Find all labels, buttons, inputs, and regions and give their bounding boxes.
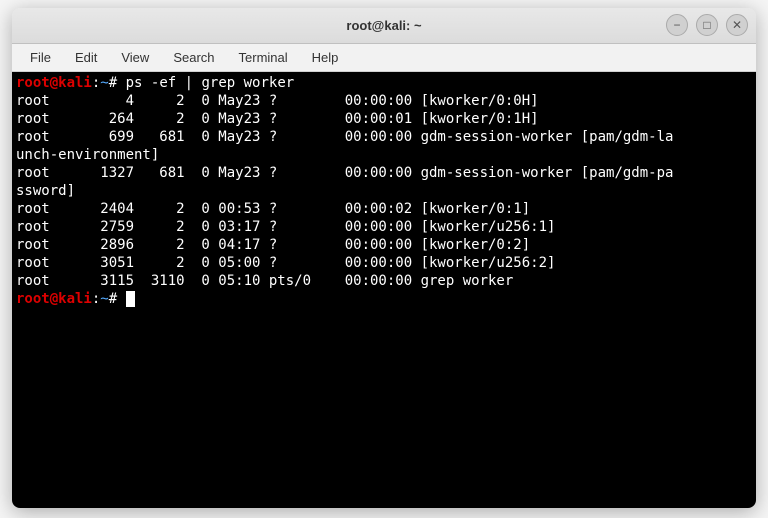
menu-view[interactable]: View [111,47,159,68]
prompt-path-2: ~ [100,291,108,307]
output-line: root 2759 2 0 03:17 ? 00:00:00 [kworker/… [16,219,555,235]
minimize-button[interactable]: − [666,14,688,36]
command-text: ps -ef | grep worker [126,75,295,91]
output-line: root 1327 681 0 May23 ? 00:00:00 gdm-ses… [16,165,673,181]
maximize-button[interactable]: □ [696,14,718,36]
menu-terminal[interactable]: Terminal [229,47,298,68]
menubar: File Edit View Search Terminal Help [12,44,756,72]
output-line: root 264 2 0 May23 ? 00:00:01 [kworker/0… [16,111,539,127]
terminal-window: root@kali: ~ − □ ✕ File Edit View Search… [12,8,756,508]
prompt-user-host-2: root@kali [16,291,92,307]
menu-file[interactable]: File [20,47,61,68]
menu-help[interactable]: Help [302,47,349,68]
output-line: root 699 681 0 May23 ? 00:00:00 gdm-sess… [16,129,673,145]
menu-search[interactable]: Search [163,47,224,68]
cursor [126,291,135,307]
close-icon: ✕ [732,18,742,32]
terminal-area[interactable]: root@kali:~# ps -ef | grep worker root 4… [12,72,756,508]
window-title: root@kali: ~ [346,18,421,33]
output-line: ssword] [16,183,75,199]
output-line: root 2404 2 0 00:53 ? 00:00:02 [kworker/… [16,201,530,217]
minimize-icon: − [673,18,680,32]
output-line: root 3115 3110 0 05:10 pts/0 00:00:00 gr… [16,273,513,289]
prompt-path: ~ [100,75,108,91]
prompt-hash: # [109,75,117,91]
titlebar: root@kali: ~ − □ ✕ [12,8,756,44]
output-line: root 2896 2 0 04:17 ? 00:00:00 [kworker/… [16,237,530,253]
output-line: unch-environment] [16,147,159,163]
maximize-icon: □ [703,18,710,32]
output-line: root 3051 2 0 05:00 ? 00:00:00 [kworker/… [16,255,555,271]
close-button[interactable]: ✕ [726,14,748,36]
prompt-user-host: root@kali [16,75,92,91]
prompt-hash-2: # [109,291,117,307]
output-line: root 4 2 0 May23 ? 00:00:00 [kworker/0:0… [16,93,539,109]
menu-edit[interactable]: Edit [65,47,107,68]
window-controls: − □ ✕ [666,14,748,36]
